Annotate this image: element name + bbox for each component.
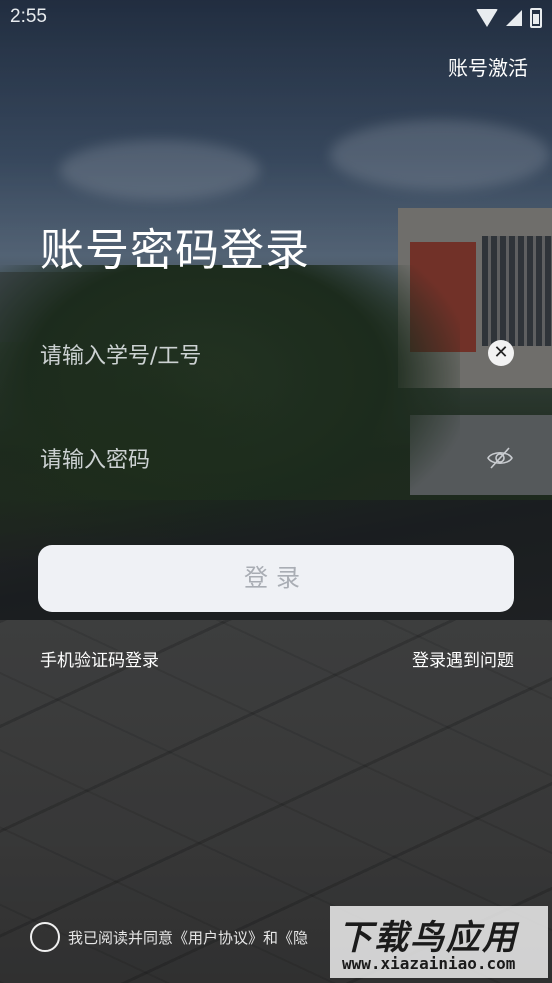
wifi-icon bbox=[476, 9, 498, 27]
username-field: ✕ bbox=[40, 332, 514, 380]
page-title: 账号密码登录 bbox=[40, 225, 310, 276]
login-screen: 2:55 账号激活 账号密码登录 ✕ 登录 手机验证码登录 登录遇到问题 我已阅… bbox=[0, 0, 552, 983]
password-field bbox=[40, 436, 514, 484]
status-bar: 2:55 bbox=[0, 0, 552, 38]
background-overlay bbox=[0, 0, 552, 983]
login-button[interactable]: 登录 bbox=[38, 545, 514, 612]
watermark-url: www.xiazainiao.com bbox=[342, 954, 516, 973]
status-time: 2:55 bbox=[10, 6, 47, 27]
username-input[interactable] bbox=[40, 332, 480, 380]
eye-off-icon[interactable] bbox=[486, 444, 514, 472]
signal-icon bbox=[506, 10, 522, 26]
login-problem-link[interactable]: 登录遇到问题 bbox=[412, 646, 514, 671]
account-activate-link[interactable]: 账号激活 bbox=[448, 52, 528, 81]
watermark-title: 下载鸟应用 bbox=[338, 918, 518, 958]
watermark-logo: 下载鸟应用 www.xiazainiao.com bbox=[330, 906, 548, 978]
agreement-checkbox[interactable] bbox=[30, 922, 60, 952]
sms-login-link[interactable]: 手机验证码登录 bbox=[40, 646, 159, 671]
battery-icon bbox=[530, 8, 542, 28]
agreement-text[interactable]: 我已阅读并同意《用户协议》和《隐 bbox=[68, 927, 308, 948]
password-input[interactable] bbox=[40, 436, 480, 484]
status-icons bbox=[476, 8, 542, 28]
close-circle-icon[interactable]: ✕ bbox=[488, 340, 514, 366]
agreement-row: 我已阅读并同意《用户协议》和《隐 bbox=[30, 922, 308, 952]
